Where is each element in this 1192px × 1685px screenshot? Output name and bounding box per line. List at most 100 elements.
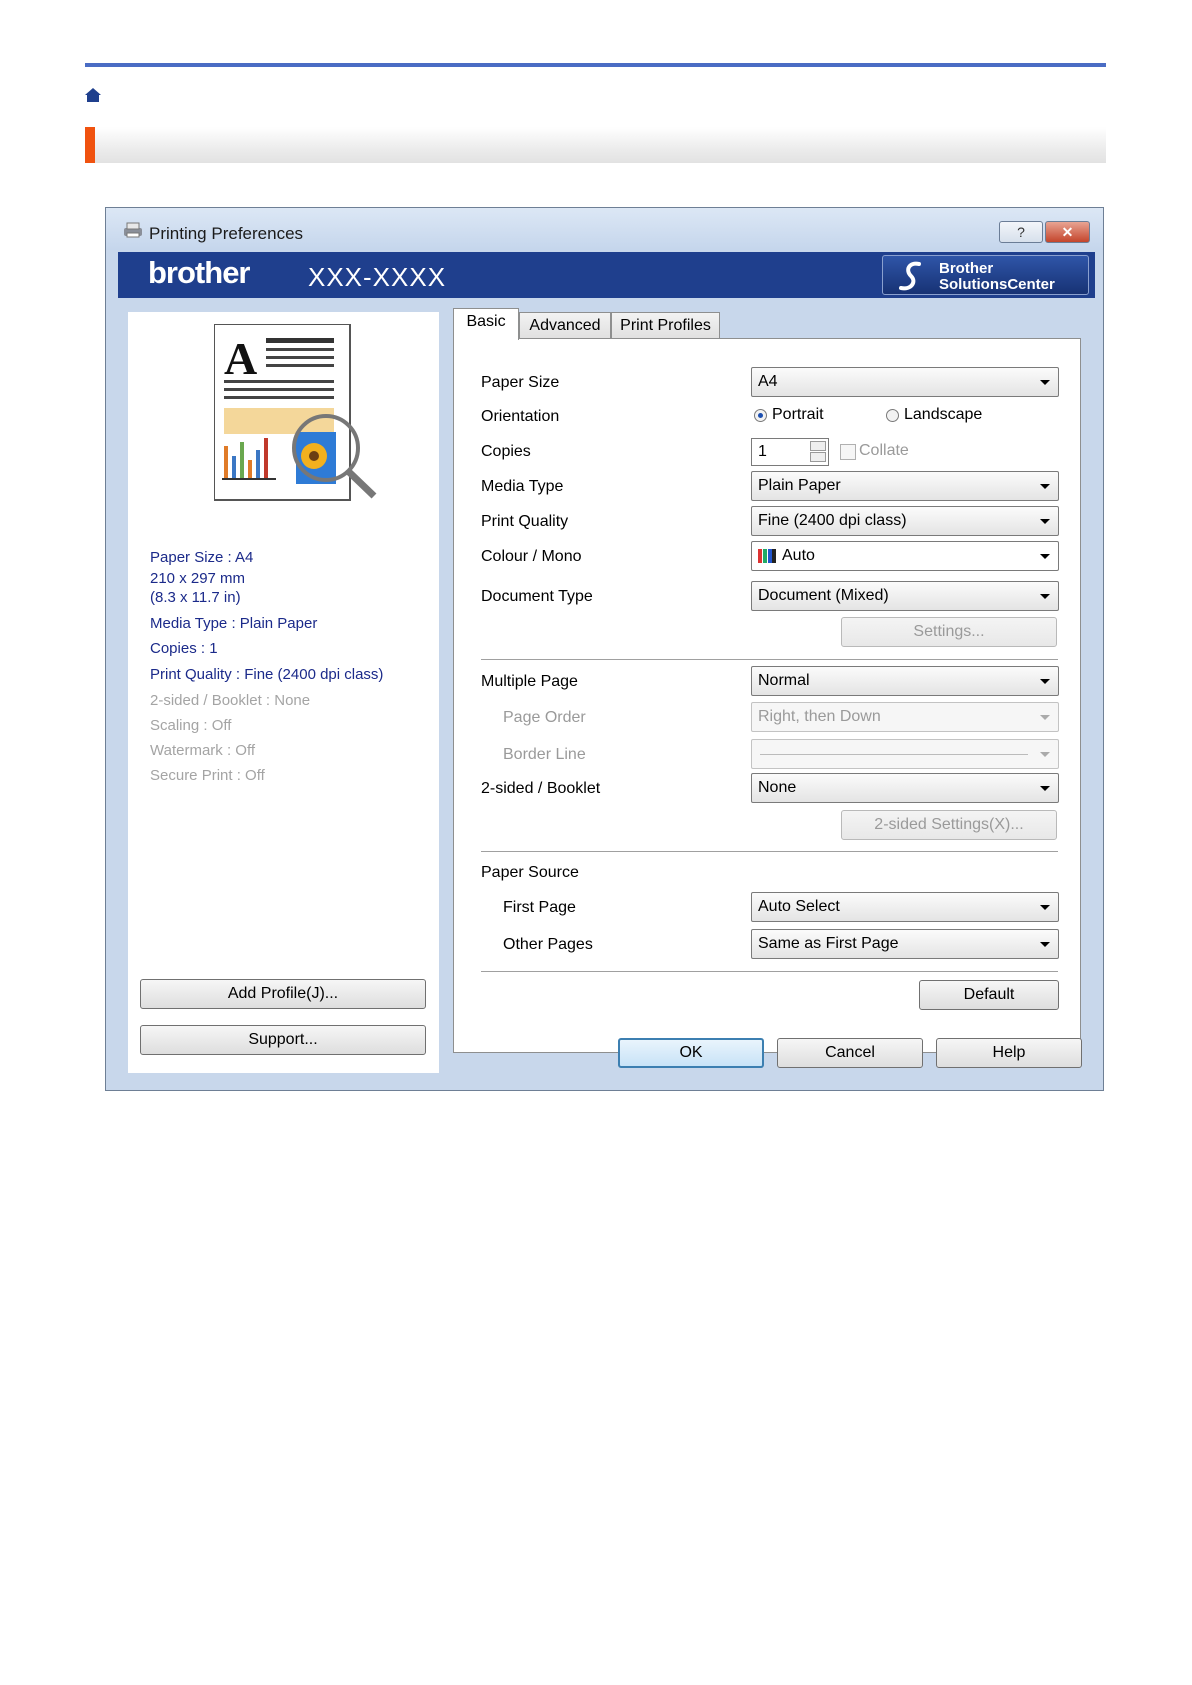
separator (481, 971, 1058, 972)
page-order-label: Page Order (503, 709, 586, 726)
colour-auto-icon (758, 549, 776, 563)
print-quality-value: Fine (2400 dpi class) (758, 512, 907, 529)
print-quality-dropdown[interactable]: Fine (2400 dpi class) (751, 506, 1059, 536)
help-button[interactable]: Help (936, 1038, 1082, 1068)
first-page-value: Auto Select (758, 898, 840, 915)
separator (481, 659, 1058, 660)
summary-two-sided: 2-sided / Booklet : None (150, 692, 311, 709)
summary-dims-in: (8.3 x 11.7 in) (150, 589, 241, 606)
section-accent (85, 127, 95, 163)
add-profile-button[interactable]: Add Profile(J)... (140, 979, 426, 1009)
summary-copies: Copies : 1 (150, 640, 218, 657)
chevron-down-icon (1040, 752, 1050, 757)
copies-value: 1 (758, 443, 767, 460)
paper-size-value: A4 (758, 373, 778, 390)
summary-print-quality: Print Quality : Fine (2400 dpi class) (150, 666, 384, 683)
title-bar: Printing Preferences ? ✕ (106, 208, 1103, 250)
portrait-radio[interactable] (754, 409, 767, 422)
chevron-down-icon (1040, 380, 1050, 385)
printer-icon (124, 222, 142, 238)
settings-button[interactable]: Settings... (841, 617, 1057, 647)
portrait-label[interactable]: Portrait (772, 406, 824, 424)
document-type-value: Document (Mixed) (758, 587, 889, 604)
copies-down-arrow[interactable] (810, 452, 826, 462)
section-heading-bar (85, 127, 1106, 163)
settings-preview-pane: A Paper Size : A4 210 x 297 mm (8.3 x 11… (128, 312, 439, 1073)
summary-dims-mm: 210 x 297 mm (150, 570, 246, 587)
copies-label: Copies (481, 443, 531, 460)
model-name: XXX-XXXX (308, 262, 447, 292)
collate-checkbox[interactable] (840, 444, 856, 460)
brand-logo: brother (148, 255, 250, 290)
paper-size-dropdown[interactable]: A4 (751, 367, 1059, 397)
home-icon[interactable] (85, 88, 101, 102)
close-button[interactable]: ✕ (1045, 221, 1090, 243)
chevron-down-icon (1040, 554, 1050, 559)
summary-watermark: Watermark : Off (150, 742, 256, 759)
summary-scaling: Scaling : Off (150, 717, 232, 734)
brand-banner: brother XXX-XXXX Brother SolutionsCenter (118, 252, 1095, 298)
copies-up-arrow[interactable] (810, 441, 826, 451)
two-sided-dropdown[interactable]: None (751, 773, 1059, 803)
document-preview-icon: A (214, 324, 377, 501)
separator (481, 851, 1058, 852)
landscape-label[interactable]: Landscape (904, 406, 982, 424)
printing-preferences-dialog: Printing Preferences ? ✕ brother XXX-XXX… (105, 207, 1104, 1091)
basic-tab-panel: Paper Size A4 Orientation Portrait Lands… (453, 338, 1081, 1053)
tab-advanced[interactable]: Advanced (519, 312, 611, 339)
paper-source-label: Paper Source (481, 864, 579, 881)
chevron-down-icon (1040, 484, 1050, 489)
media-type-label: Media Type (481, 478, 564, 495)
colour-mono-dropdown[interactable]: Auto (751, 541, 1059, 571)
multiple-page-dropdown[interactable]: Normal (751, 666, 1059, 696)
colour-mono-label: Colour / Mono (481, 548, 582, 565)
tab-basic[interactable]: Basic (453, 308, 519, 340)
other-pages-dropdown[interactable]: Same as First Page (751, 929, 1059, 959)
solutions-center-icon (899, 261, 921, 291)
chevron-down-icon (1040, 519, 1050, 524)
media-type-dropdown[interactable]: Plain Paper (751, 471, 1059, 501)
two-sided-label: 2-sided / Booklet (481, 780, 601, 797)
support-button[interactable]: Support... (140, 1025, 426, 1055)
document-type-dropdown[interactable]: Document (Mixed) (751, 581, 1059, 611)
media-type-value: Plain Paper (758, 477, 841, 494)
chevron-down-icon (1040, 594, 1050, 599)
chevron-down-icon (1040, 715, 1050, 720)
summary-secure-print: Secure Print : Off (150, 767, 265, 784)
help-title-button[interactable]: ? (999, 221, 1043, 243)
page-order-dropdown[interactable]: Right, then Down (751, 702, 1059, 732)
dialog-title: Printing Preferences (149, 224, 304, 243)
first-page-dropdown[interactable]: Auto Select (751, 892, 1059, 922)
chevron-down-icon (1040, 679, 1050, 684)
chevron-down-icon (1040, 942, 1050, 947)
border-line-sample (760, 754, 1028, 755)
colour-mono-value: Auto (782, 547, 815, 564)
ok-button[interactable]: OK (618, 1038, 764, 1068)
document-type-label: Document Type (481, 588, 593, 605)
multiple-page-label: Multiple Page (481, 673, 578, 690)
two-sided-value: None (758, 779, 797, 796)
solutions-center-button[interactable]: Brother SolutionsCenter (882, 255, 1089, 295)
copies-spinner[interactable]: 1 (751, 438, 829, 466)
two-sided-settings-button[interactable]: 2-sided Settings(X)... (841, 810, 1057, 840)
collate-label: Collate (859, 442, 909, 459)
solutions-center-line1: Brother (939, 260, 994, 277)
cancel-button[interactable]: Cancel (777, 1038, 923, 1068)
page-order-value: Right, then Down (758, 708, 881, 725)
print-quality-label: Print Quality (481, 513, 569, 530)
first-page-label: First Page (503, 899, 576, 916)
other-pages-value: Same as First Page (758, 935, 899, 952)
border-line-label: Border Line (503, 746, 586, 763)
multiple-page-value: Normal (758, 672, 810, 689)
solutions-center-line2: SolutionsCenter (939, 276, 1055, 293)
other-pages-label: Other Pages (503, 936, 593, 953)
paper-size-label: Paper Size (481, 374, 560, 391)
tab-print-profiles[interactable]: Print Profiles (611, 312, 720, 339)
border-line-dropdown[interactable] (751, 739, 1059, 769)
chevron-down-icon (1040, 786, 1050, 791)
landscape-radio[interactable] (886, 409, 899, 422)
default-button[interactable]: Default (919, 980, 1059, 1010)
chevron-down-icon (1040, 905, 1050, 910)
orientation-label: Orientation (481, 408, 560, 425)
svg-text:A: A (224, 333, 257, 384)
